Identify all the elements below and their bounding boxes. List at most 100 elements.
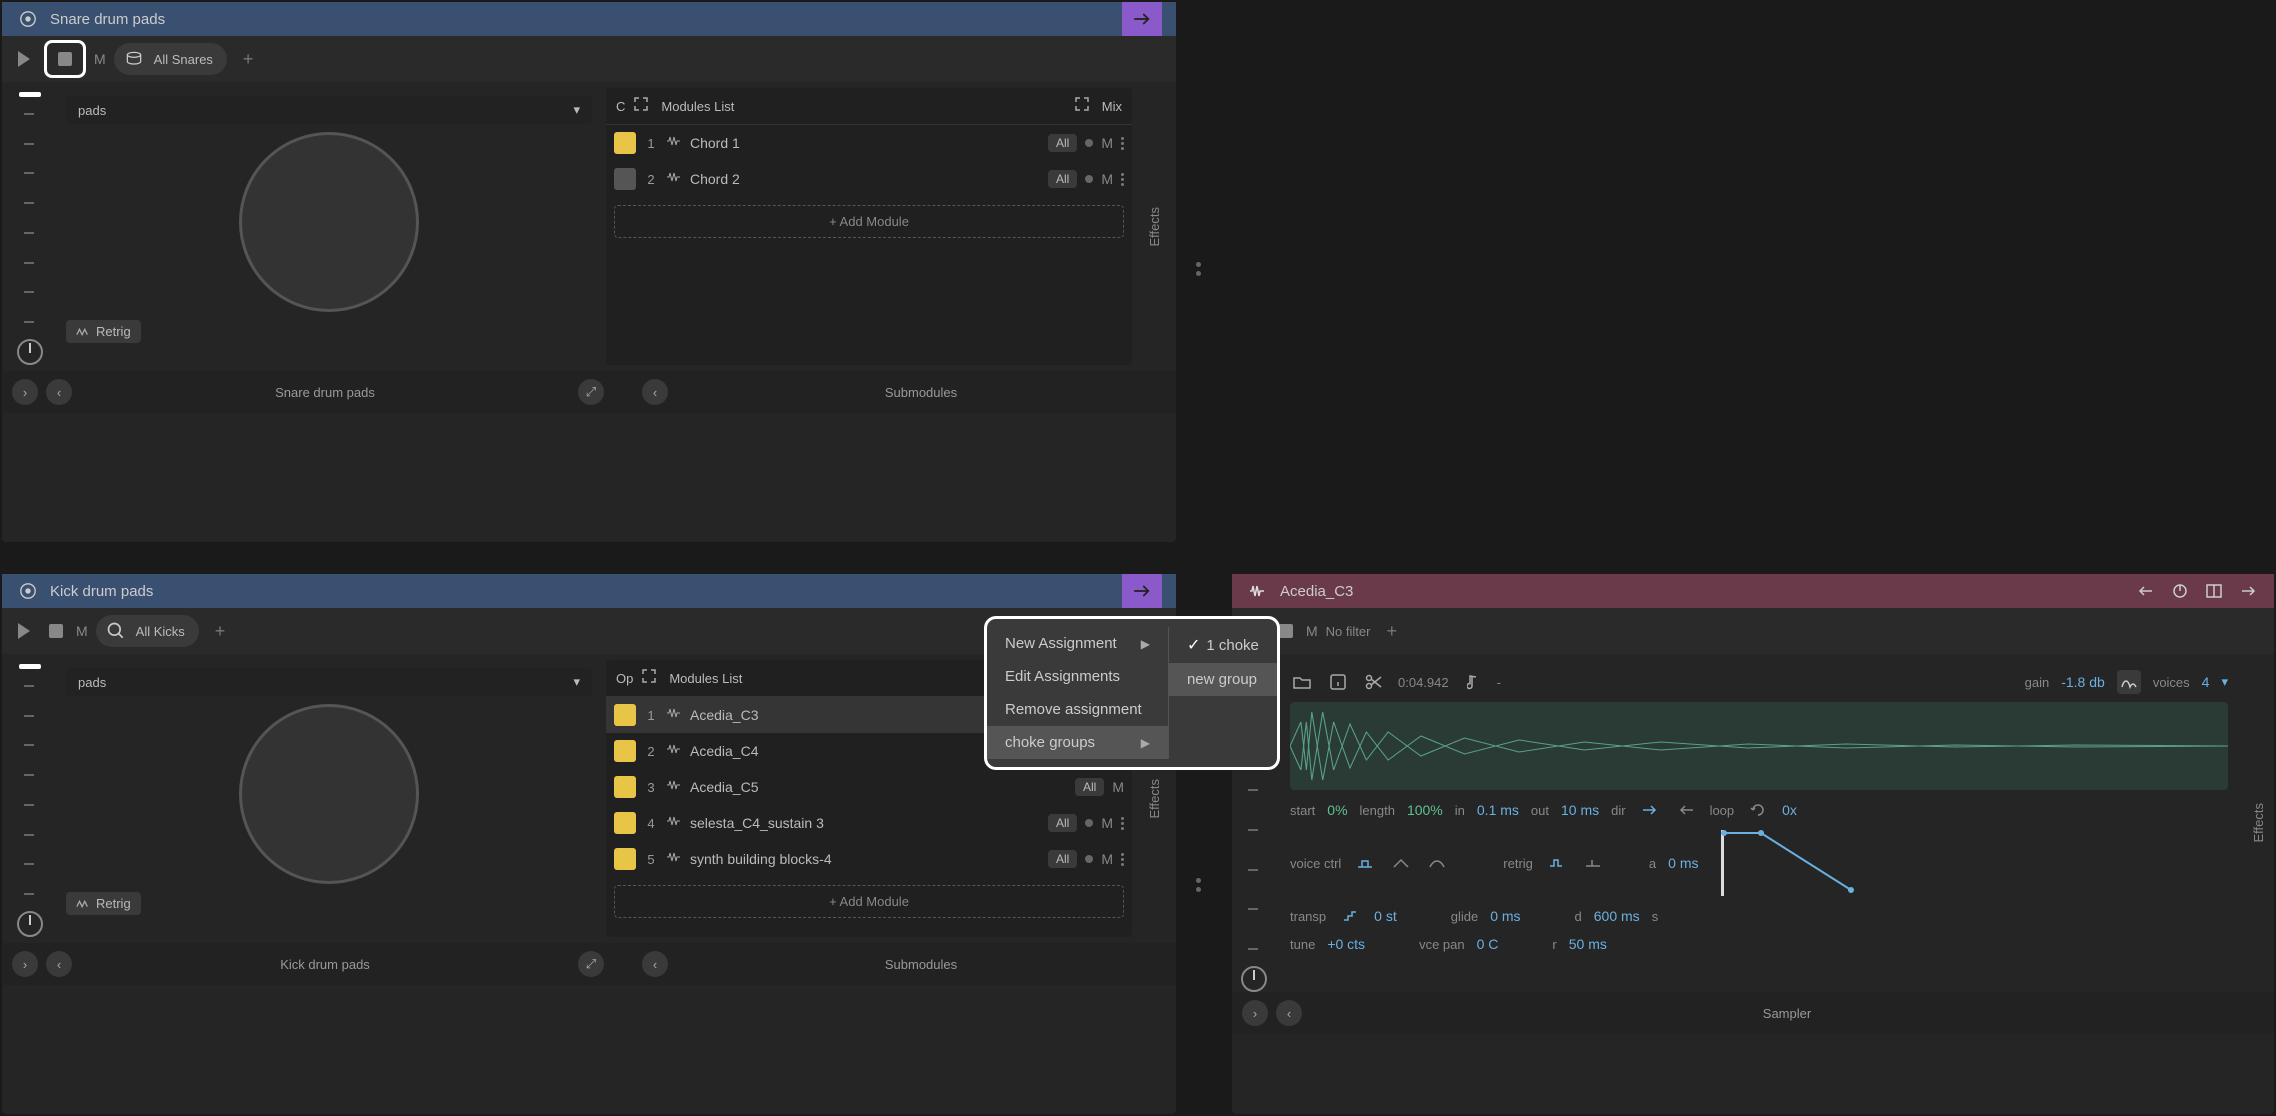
loop-icon[interactable] bbox=[1746, 798, 1770, 822]
chevron-down-icon[interactable]: ▾ bbox=[2221, 674, 2228, 690]
voice-ctrl-icon-3[interactable] bbox=[1425, 851, 1449, 875]
start-value[interactable]: 0% bbox=[1327, 802, 1347, 818]
nav-forward-icon[interactable]: › bbox=[12, 379, 38, 405]
drum-pad-circle[interactable] bbox=[239, 132, 419, 312]
glide-value[interactable]: 0 ms bbox=[1490, 908, 1520, 924]
mute-label[interactable]: M bbox=[94, 51, 106, 67]
add-tag-button[interactable]: + bbox=[207, 621, 234, 642]
drum-pad-circle[interactable] bbox=[239, 704, 419, 884]
color-swatch[interactable] bbox=[614, 704, 636, 726]
submenu-new-group[interactable]: new group bbox=[1169, 663, 1277, 696]
popout-icon[interactable]: ⤢ bbox=[578, 951, 604, 977]
pads-selector[interactable]: pads ▾ bbox=[66, 96, 592, 124]
loop-value[interactable]: 0x bbox=[1782, 802, 1797, 818]
in-value[interactable]: 0.1 ms bbox=[1477, 802, 1519, 818]
menu-new-assignment[interactable]: New Assignment▶ bbox=[987, 627, 1168, 660]
envelope-display[interactable] bbox=[1721, 830, 1861, 896]
d-value[interactable]: 600 ms bbox=[1594, 908, 1640, 924]
voices-value[interactable]: 4 bbox=[2202, 674, 2210, 690]
fader-track[interactable] bbox=[16, 675, 44, 905]
resize-handle[interactable] bbox=[1196, 878, 1201, 892]
play-icon[interactable] bbox=[12, 47, 36, 71]
expand-icon[interactable] bbox=[641, 668, 661, 688]
expand-icon-2[interactable] bbox=[1074, 96, 1094, 116]
submenu-1-choke[interactable]: ✓1 choke bbox=[1169, 627, 1277, 663]
color-swatch[interactable] bbox=[614, 168, 636, 190]
resize-handle[interactable] bbox=[1196, 262, 1201, 276]
filter-label[interactable]: No filter bbox=[1326, 624, 1371, 639]
popout-icon[interactable]: ⤢ bbox=[578, 379, 604, 405]
module-row-4[interactable]: 4 selesta_C4_sustain 3 All M bbox=[606, 805, 1132, 841]
add-tag-button[interactable]: + bbox=[235, 49, 262, 70]
module-row-1[interactable]: 1 Chord 1 All M bbox=[606, 125, 1132, 161]
module-row-5[interactable]: 5 synth building blocks-4 All M bbox=[606, 841, 1132, 877]
back-arrow-icon[interactable] bbox=[2134, 579, 2158, 603]
out-value[interactable]: 10 ms bbox=[1561, 802, 1599, 818]
retrig-icon-1[interactable] bbox=[1545, 851, 1569, 875]
dir-forward-icon[interactable] bbox=[1638, 798, 1662, 822]
folder-icon[interactable] bbox=[1290, 670, 1314, 694]
grip-icon[interactable] bbox=[1121, 137, 1124, 150]
grip-icon[interactable] bbox=[1121, 173, 1124, 186]
a-value[interactable]: 0 ms bbox=[1668, 855, 1698, 871]
stop-button-selected[interactable] bbox=[44, 40, 86, 78]
nav-forward-icon[interactable]: › bbox=[1242, 1000, 1268, 1026]
waveform-display[interactable] bbox=[1290, 702, 2228, 790]
fader-handle[interactable] bbox=[19, 92, 41, 97]
color-swatch[interactable] bbox=[614, 812, 636, 834]
color-swatch[interactable] bbox=[614, 776, 636, 798]
color-swatch[interactable] bbox=[614, 740, 636, 762]
tune-value[interactable]: +0 cts bbox=[1327, 936, 1365, 952]
menu-edit-assignments[interactable]: Edit Assignments bbox=[987, 660, 1168, 693]
retrig-chip[interactable]: Retrig bbox=[66, 892, 141, 915]
power-icon[interactable] bbox=[2168, 579, 2192, 603]
voice-ctrl-icon-2[interactable] bbox=[1389, 851, 1413, 875]
retrig-icon-2[interactable] bbox=[1581, 851, 1605, 875]
mute-label[interactable]: M bbox=[1306, 623, 1318, 639]
add-module-button[interactable]: + Add Module bbox=[614, 885, 1124, 918]
effects-sidebar[interactable]: Effects bbox=[2242, 654, 2274, 992]
snare-collapse-arrow[interactable] bbox=[1122, 2, 1162, 36]
grip-icon[interactable] bbox=[1121, 817, 1124, 830]
gain-value[interactable]: -1.8 db bbox=[2061, 674, 2105, 690]
pitch-icon[interactable] bbox=[2117, 670, 2141, 694]
nav-back-icon[interactable]: ‹ bbox=[46, 379, 72, 405]
forward-arrow-icon[interactable] bbox=[2236, 579, 2260, 603]
fader-handle[interactable] bbox=[19, 664, 41, 669]
sub-back-icon[interactable]: ‹ bbox=[642, 379, 668, 405]
columns-icon[interactable] bbox=[2202, 579, 2226, 603]
transp-icon[interactable] bbox=[1338, 904, 1362, 928]
vcepan-value[interactable]: 0 C bbox=[1477, 936, 1499, 952]
stop-icon[interactable] bbox=[44, 619, 68, 643]
mute-label[interactable]: M bbox=[76, 623, 88, 639]
expand-icon[interactable] bbox=[633, 96, 653, 116]
voice-ctrl-icon-1[interactable] bbox=[1353, 851, 1377, 875]
scissors-icon[interactable] bbox=[1362, 670, 1386, 694]
module-row-3[interactable]: 3 Acedia_C5 All M bbox=[606, 769, 1132, 805]
fader-track[interactable] bbox=[16, 103, 44, 333]
kick-collapse-arrow[interactable] bbox=[1122, 574, 1162, 608]
transp-value[interactable]: 0 st bbox=[1374, 908, 1397, 924]
color-swatch[interactable] bbox=[614, 848, 636, 870]
length-value[interactable]: 100% bbox=[1407, 802, 1443, 818]
effects-sidebar[interactable]: Effects bbox=[1138, 88, 1170, 365]
retrig-chip[interactable]: Retrig bbox=[66, 320, 141, 343]
pads-selector[interactable]: pads ▾ bbox=[66, 668, 592, 696]
nav-forward-icon[interactable]: › bbox=[12, 951, 38, 977]
menu-choke-groups[interactable]: choke groups▶ bbox=[987, 726, 1168, 759]
info-icon[interactable] bbox=[1326, 670, 1350, 694]
add-filter-button[interactable]: + bbox=[1378, 621, 1405, 642]
tag-all-snares[interactable]: All Snares bbox=[114, 43, 227, 75]
nav-back-icon[interactable]: ‹ bbox=[46, 951, 72, 977]
pan-knob[interactable] bbox=[17, 339, 43, 365]
color-swatch[interactable] bbox=[614, 132, 636, 154]
pan-knob[interactable] bbox=[1241, 966, 1267, 992]
r-value[interactable]: 50 ms bbox=[1569, 936, 1607, 952]
nav-back-icon[interactable]: ‹ bbox=[1276, 1000, 1302, 1026]
pan-knob[interactable] bbox=[17, 911, 43, 937]
grip-icon[interactable] bbox=[1121, 853, 1124, 866]
menu-remove-assignment[interactable]: Remove assignment bbox=[987, 693, 1168, 726]
sub-back-icon[interactable]: ‹ bbox=[642, 951, 668, 977]
dir-back-icon[interactable] bbox=[1674, 798, 1698, 822]
add-module-button[interactable]: + Add Module bbox=[614, 205, 1124, 238]
